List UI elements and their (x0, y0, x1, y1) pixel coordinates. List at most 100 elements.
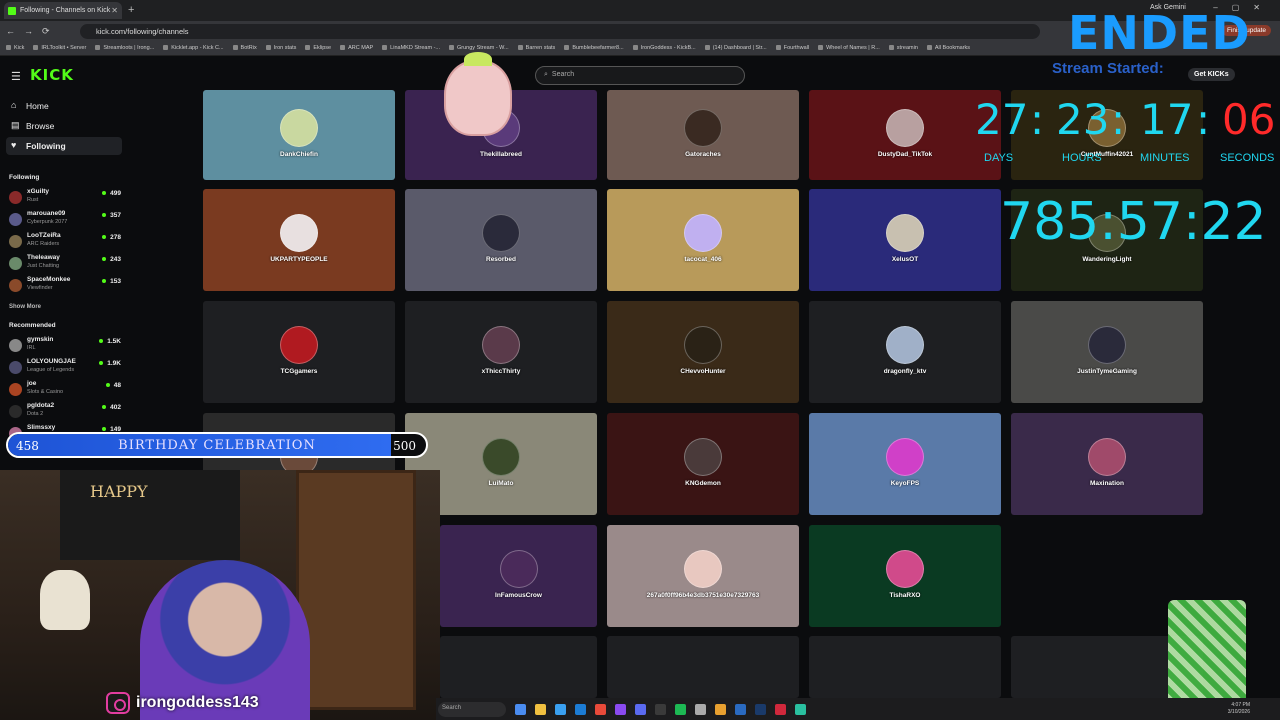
clock-time: 4:07 PM (1231, 702, 1250, 708)
taskbar-app-icon[interactable] (515, 703, 526, 715)
search-input[interactable]: ⌕ Search (535, 66, 745, 85)
taskbar-app-icon[interactable] (595, 703, 606, 715)
channel-card[interactable]: Gatoraches (607, 90, 799, 180)
bookmark-item[interactable]: (14) Dashboard | Str... (705, 45, 767, 51)
bookmark-item[interactable]: Kicklet.app - Kick C... (163, 45, 223, 51)
viewer-count: 278 (102, 234, 121, 241)
taskbar-app-icon[interactable] (555, 703, 566, 715)
goal-label: BIRTHDAY CELEBRATION (118, 438, 316, 453)
channel-name: DankChiefin (280, 151, 318, 158)
channel-card[interactable]: UKPARTYPEOPLE (203, 189, 395, 291)
bookmark-item[interactable]: All Bookmarks (927, 45, 970, 51)
channel-card[interactable]: tacocat_406 (607, 189, 799, 291)
bookmark-item[interactable]: Bumblebeefarmer8... (564, 45, 623, 51)
nav-buttons[interactable]: ←→⟳ (6, 26, 59, 37)
sidebar-channel[interactable]: Theleaway Just Chatting 243 (9, 254, 121, 276)
channel-avatar (886, 214, 924, 252)
taskbar-app-icon[interactable] (615, 703, 626, 715)
bookmark-item[interactable]: Wheel of Names | R... (818, 45, 880, 51)
taskbar-app-icon[interactable] (755, 703, 766, 715)
taskbar-app-icon[interactable] (655, 703, 666, 715)
sidebar-channel[interactable]: LOLYOUNGJAE League of Legends 1.9K (9, 358, 121, 380)
sidebar-channel[interactable]: marouane09 Cyberpunk 2077 357 (9, 210, 121, 232)
channel-avatar (499, 550, 538, 588)
sidebar-channel[interactable]: joe Slots & Casino 48 (9, 380, 121, 402)
taskbar-app-icon[interactable] (635, 703, 646, 715)
browser-tab[interactable]: Following - Channels on Kick ✕ (4, 2, 122, 19)
viewer-count: 1.5K (99, 338, 121, 345)
channel-card[interactable]: DustyDad_TikTok (809, 90, 1001, 180)
sidebar-item-following[interactable]: ♥ Following (6, 137, 122, 155)
channel-card[interactable]: dragonfly_ktv (809, 301, 1001, 403)
bookmark-item[interactable]: IronGoddess - KickB... (633, 45, 696, 51)
channel-name: xThiccThirty (481, 368, 521, 375)
channel-card-placeholder[interactable] (440, 636, 597, 698)
channel-category: ARC Raiders (27, 241, 60, 247)
birthday-goal-bar: 458 BIRTHDAY CELEBRATION 500 (6, 432, 428, 458)
sidebar-channel[interactable]: pgldota2 Dota 2 402 (9, 402, 121, 424)
sidebar-channel[interactable]: xGuilty Rust 499 (9, 188, 121, 210)
url-field[interactable]: kick.com/following/channels (80, 24, 1040, 39)
bookmark-item[interactable]: BotRix (233, 45, 257, 51)
hamburger-menu-icon[interactable]: ☰ (11, 70, 21, 83)
channel-card[interactable]: JustinTymeGaming (1011, 301, 1203, 403)
channel-card[interactable]: TishaRXO (809, 525, 1001, 627)
taskbar-app-icon[interactable] (575, 703, 586, 715)
sidebar-item-home[interactable]: ⌂ Home (6, 97, 122, 115)
taskbar-app-icon[interactable] (675, 703, 686, 715)
bookmark-item[interactable]: streamin (889, 45, 918, 51)
bookmark-item[interactable]: Fourthwall (776, 45, 809, 51)
channel-name: LooTZeiRa (27, 232, 61, 239)
channel-card[interactable]: Maxination (1011, 413, 1203, 515)
stream-uptime-timer: 785:57:22 (1000, 192, 1267, 252)
bookmark-item[interactable]: Barren stats (518, 45, 556, 51)
new-tab-icon[interactable]: + (128, 4, 134, 16)
channel-card[interactable]: TCGgamers (203, 301, 395, 403)
windows-taskbar: Search 4:07 PM 3/10/2026 (436, 698, 1280, 720)
bookmark-item[interactable]: ARC MAP (340, 45, 373, 51)
bookmark-item[interactable]: Grungy Stream - W... (449, 45, 509, 51)
channel-card[interactable]: KeyoFPS (809, 413, 1001, 515)
instagram-text: irongoddess143 (136, 694, 259, 711)
sidebar-item-browse[interactable]: ▤ Browse (6, 117, 122, 135)
channel-avatar (482, 214, 520, 252)
channel-card-placeholder[interactable] (809, 636, 1001, 698)
channel-avatar (280, 326, 318, 364)
channel-name: WanderingLight (1082, 256, 1132, 263)
channel-card-placeholder[interactable] (607, 636, 799, 698)
sidebar-channel[interactable]: gymskin IRL 1.5K (9, 336, 121, 358)
channel-name: dragonfly_ktv (883, 368, 927, 375)
bookmark-item[interactable]: Iron stats (266, 45, 297, 51)
close-tab-icon[interactable]: ✕ (111, 6, 118, 15)
bookmark-item[interactable]: Kick (6, 45, 24, 51)
bookmark-item[interactable]: Streamloots | Irong... (95, 45, 154, 51)
taskbar-clock[interactable]: 4:07 PM 3/10/2026 (1228, 702, 1250, 716)
channel-card[interactable]: Resorbed (405, 189, 597, 291)
channel-card[interactable]: 267a0f0ff96b4e3db3751e30e7329763 (607, 525, 799, 627)
countdown-minutes-label: MINUTES (1140, 152, 1190, 164)
kick-logo[interactable]: KICK (30, 66, 74, 84)
avatar (9, 279, 22, 292)
channel-card[interactable]: KNGdemon (607, 413, 799, 515)
taskbar-app-icon[interactable] (795, 703, 806, 715)
bookmark-item[interactable]: Eklipse (305, 45, 331, 51)
taskbar-app-icon[interactable] (735, 703, 746, 715)
bookmark-item[interactable]: LinaMKD Stream -... (382, 45, 440, 51)
show-more-button[interactable]: Show More (9, 304, 41, 310)
taskbar-app-icon[interactable] (715, 703, 726, 715)
channel-card[interactable]: CHevvoHunter (607, 301, 799, 403)
taskbar-app-icon[interactable] (775, 703, 786, 715)
taskbar-search-label: Search (442, 704, 462, 711)
sidebar-channel[interactable]: LooTZeiRa ARC Raiders 278 (9, 232, 121, 254)
get-kicks-button[interactable]: Get KICKs (1188, 68, 1235, 81)
taskbar-app-icon[interactable] (535, 703, 546, 715)
channel-card[interactable]: XelusOT (809, 189, 1001, 291)
taskbar-app-icon[interactable] (695, 703, 706, 715)
sidebar-channel[interactable]: SpaceMonkee Viewfinder 153 (9, 276, 121, 298)
channel-card[interactable]: xThiccThirty (405, 301, 597, 403)
channel-card[interactable]: DankChiefin (203, 90, 395, 180)
channel-card[interactable]: InFamousCrow (440, 525, 597, 627)
bookmark-item[interactable]: IRLToolkit • Server (33, 45, 86, 51)
taskbar-search[interactable]: Search (438, 701, 506, 717)
goal-target: 500 (393, 439, 416, 453)
